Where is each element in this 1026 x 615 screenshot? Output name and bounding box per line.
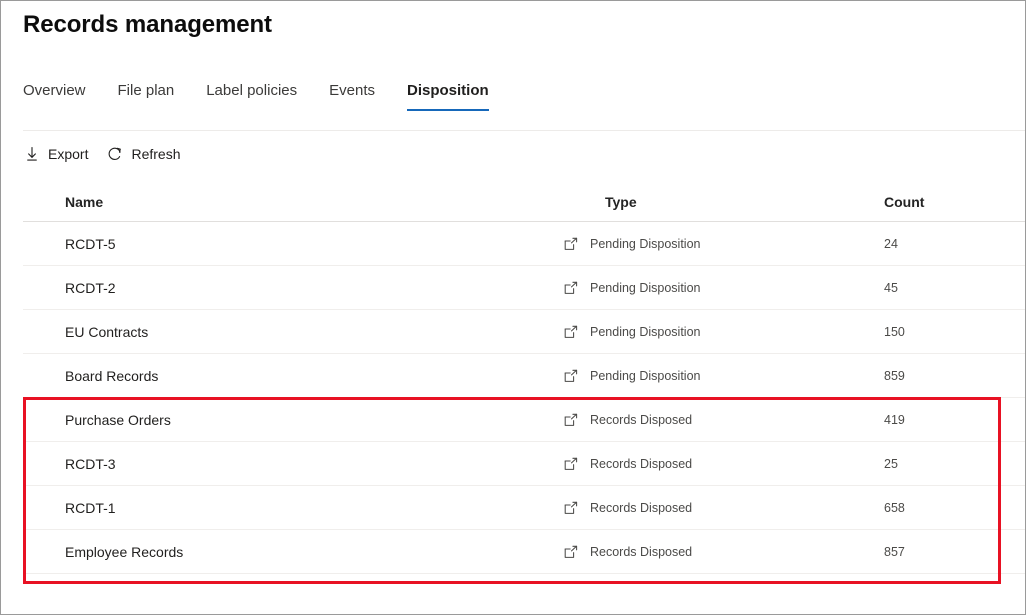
column-header-name[interactable]: Name [23,194,564,210]
tab-strip: Overview File plan Label policies Events… [23,81,489,121]
disposition-table: Name Type Count RCDT-5 Pending Dispositio… [23,183,1025,592]
cell-name: EU Contracts [23,324,564,340]
tab-disposition[interactable]: Disposition [407,81,489,113]
cell-count: 859 [884,369,1004,383]
cell-type: Pending Disposition [564,237,884,251]
cell-name: RCDT-1 [23,500,564,516]
table-row[interactable]: RCDT-3 Records Disposed 25 [23,442,1025,486]
cell-type-label: Pending Disposition [590,237,701,251]
command-bar-divider [23,130,1025,131]
tab-label: Disposition [407,82,489,99]
cell-count: 45 [884,281,1004,295]
cell-name: RCDT-3 [23,456,564,472]
cell-name: RCDT-2 [23,280,564,296]
export-button[interactable]: Export [23,145,88,163]
open-in-new-window-icon[interactable] [564,325,578,339]
download-arrow-icon [23,145,41,163]
tab-label: Events [329,82,375,99]
refresh-button[interactable]: Refresh [106,145,180,163]
cell-count: 150 [884,325,1004,339]
cell-count: 857 [884,545,1004,559]
cell-count: 419 [884,413,1004,427]
table-row[interactable]: Board Records Pending Disposition 859 [23,354,1025,398]
cell-type-label: Records Disposed [590,501,692,515]
tab-file-plan[interactable]: File plan [118,81,175,113]
cell-type: Pending Disposition [564,369,884,383]
table-header-row: Name Type Count [23,183,1025,222]
cell-count: 24 [884,237,1004,251]
table-row[interactable]: Employee Records Records Disposed 857 [23,530,1025,574]
tab-overview[interactable]: Overview [23,81,86,113]
cell-type: Records Disposed [564,545,884,559]
table-row[interactable]: RCDT-5 Pending Disposition 24 [23,222,1025,266]
open-in-new-window-icon[interactable] [564,501,578,515]
open-in-new-window-icon[interactable] [564,545,578,559]
cell-type: Pending Disposition [564,281,884,295]
table-body: RCDT-5 Pending Disposition 24 RCDT-2 Pending… [23,222,1025,574]
open-in-new-window-icon[interactable] [564,369,578,383]
page-title: Records management [23,11,272,39]
cell-name: Employee Records [23,544,564,560]
cell-type-label: Records Disposed [590,545,692,559]
command-bar: Export Refresh [23,141,199,167]
tab-label: Overview [23,82,86,99]
open-in-new-window-icon[interactable] [564,413,578,427]
column-header-count[interactable]: Count [884,194,1004,210]
table-row[interactable]: EU Contracts Pending Disposition 150 [23,310,1025,354]
refresh-circular-arrow-icon [106,145,124,163]
open-in-new-window-icon[interactable] [564,457,578,471]
cell-name: Purchase Orders [23,412,564,428]
tab-label: Label policies [206,82,297,99]
cell-type-label: Records Disposed [590,457,692,471]
tab-label-policies[interactable]: Label policies [206,81,297,113]
table-row[interactable]: Purchase Orders Records Disposed 419 [23,398,1025,442]
cell-count: 658 [884,501,1004,515]
column-header-type[interactable]: Type [564,194,884,210]
export-label: Export [48,147,88,161]
cell-type: Records Disposed [564,413,884,427]
open-in-new-window-icon[interactable] [564,281,578,295]
refresh-label: Refresh [131,147,180,161]
table-footer-spacer [23,574,1025,592]
cell-type: Records Disposed [564,501,884,515]
tab-events[interactable]: Events [329,81,375,113]
table-row[interactable]: RCDT-2 Pending Disposition 45 [23,266,1025,310]
cell-name: Board Records [23,368,564,384]
cell-type: Records Disposed [564,457,884,471]
tab-label: File plan [118,82,175,99]
cell-name: RCDT-5 [23,236,564,252]
cell-type-label: Pending Disposition [590,281,701,295]
cell-count: 25 [884,457,1004,471]
open-in-new-window-icon[interactable] [564,237,578,251]
table-row[interactable]: RCDT-1 Records Disposed 658 [23,486,1025,530]
records-management-page: Records management Overview File plan La… [0,0,1026,615]
cell-type-label: Records Disposed [590,413,692,427]
cell-type-label: Pending Disposition [590,325,701,339]
cell-type: Pending Disposition [564,325,884,339]
cell-type-label: Pending Disposition [590,369,701,383]
